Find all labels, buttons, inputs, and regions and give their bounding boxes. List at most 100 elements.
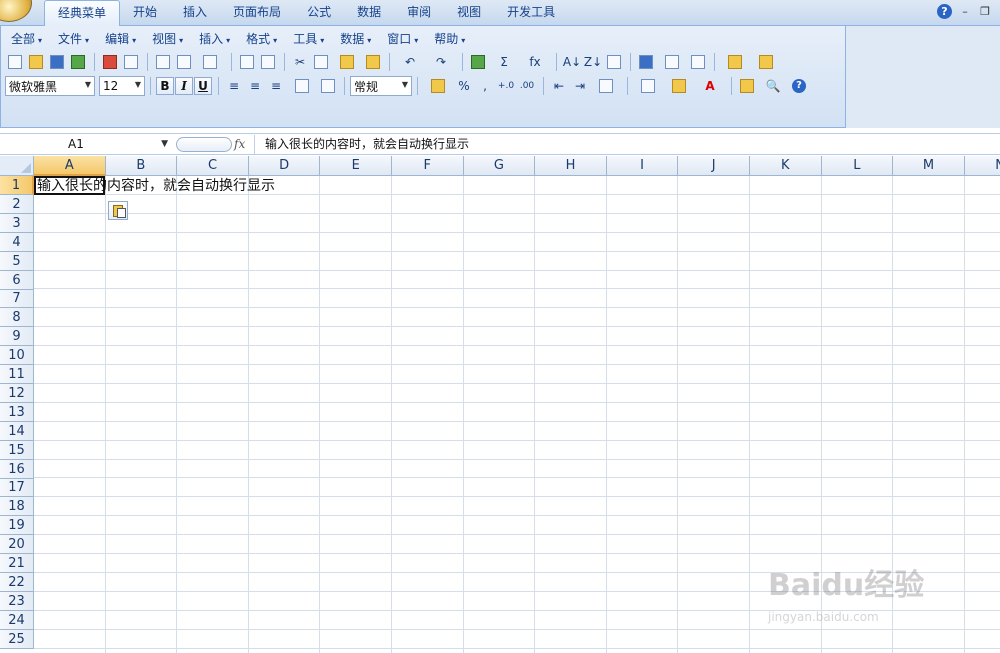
menu-item-0[interactable]: 全部 ▾	[3, 30, 50, 48]
row-header-14[interactable]: 14	[0, 421, 34, 441]
font-color-icon[interactable]: A	[695, 76, 725, 96]
menu-item-5[interactable]: 格式 ▾	[238, 30, 285, 48]
column-header-j[interactable]: J	[678, 156, 750, 176]
name-box[interactable]: A1 ▼	[0, 135, 172, 154]
help-icon[interactable]: ?	[937, 4, 952, 19]
column-header-k[interactable]: K	[750, 156, 822, 176]
row-header-10[interactable]: 10	[0, 346, 34, 366]
bold-button[interactable]: B	[156, 77, 174, 95]
permission-icon[interactable]	[68, 52, 88, 72]
column-header-b[interactable]: B	[105, 156, 178, 176]
row-header-4[interactable]: 4	[0, 232, 34, 252]
cell-style-icon[interactable]	[591, 76, 621, 96]
currency-icon[interactable]	[423, 76, 453, 96]
help-icon[interactable]: ?	[789, 76, 809, 96]
filter-icon[interactable]	[604, 52, 624, 72]
column-header-a[interactable]: A	[34, 156, 106, 176]
row-header-1[interactable]: 1	[0, 176, 34, 195]
font-name-select[interactable]: 微软雅黑 ▼	[5, 76, 95, 96]
row-header-2[interactable]: 2	[0, 194, 34, 214]
insert-function-icon[interactable]: fx	[234, 135, 245, 154]
office-button[interactable]	[0, 0, 32, 22]
redo-icon[interactable]: ↷	[426, 52, 456, 72]
tab-0[interactable]: 经典菜单	[44, 0, 121, 27]
column-header-m[interactable]: M	[893, 156, 965, 176]
row-header-17[interactable]: 17	[0, 478, 34, 498]
tab-5[interactable]: 数据	[344, 0, 394, 26]
menu-item-9[interactable]: 帮助 ▾	[426, 30, 473, 48]
sort-descending-icon[interactable]: Z↓	[583, 52, 603, 72]
shapes-icon[interactable]	[657, 52, 687, 72]
borders-icon[interactable]	[633, 76, 663, 96]
minimize-button[interactable]: –	[958, 5, 972, 19]
column-header-e[interactable]: E	[320, 156, 392, 176]
number-format-select[interactable]: 常规 ▼	[350, 76, 412, 96]
row-header-6[interactable]: 6	[0, 270, 34, 290]
row-header-21[interactable]: 21	[0, 554, 34, 573]
formula-expand-handle[interactable]	[176, 137, 232, 152]
copy-icon[interactable]	[311, 52, 331, 72]
select-all-corner[interactable]	[0, 156, 34, 176]
table-icon[interactable]	[688, 52, 708, 72]
align-right-icon[interactable]: ≡	[266, 76, 286, 96]
menu-item-3[interactable]: 视图 ▾	[144, 30, 191, 48]
column-header-n[interactable]: N	[964, 156, 1000, 176]
sort-ascending-icon[interactable]: A↓	[562, 52, 582, 72]
row-header-20[interactable]: 20	[0, 535, 34, 555]
row-header-15[interactable]: 15	[0, 440, 34, 460]
row-header-5[interactable]: 5	[0, 251, 34, 271]
print-icon[interactable]	[153, 52, 173, 72]
menu-item-4[interactable]: 插入 ▾	[191, 30, 238, 48]
increase-indent-icon[interactable]: ⇥	[570, 76, 590, 96]
row-header-11[interactable]: 11	[0, 365, 34, 384]
formula-input[interactable]: 输入很长的内容时，就会自动换行显示	[254, 135, 1000, 154]
new-file-icon[interactable]	[5, 52, 25, 72]
tab-6[interactable]: 审阅	[394, 0, 444, 26]
chevron-down-icon[interactable]: ▼	[161, 135, 168, 154]
increase-decimal-button[interactable]: +.0	[496, 76, 516, 96]
insert-function-icon[interactable]: fx	[520, 52, 550, 72]
column-header-i[interactable]: I	[606, 156, 679, 176]
row-header-13[interactable]: 13	[0, 402, 34, 422]
row-header-16[interactable]: 16	[0, 459, 34, 479]
italic-button[interactable]: I	[175, 77, 193, 95]
row-header-18[interactable]: 18	[0, 497, 34, 517]
save-icon[interactable]	[47, 52, 67, 72]
tab-1[interactable]: 开始	[120, 0, 170, 26]
column-header-d[interactable]: D	[248, 156, 321, 176]
font-size-select[interactable]: 12 ▼	[99, 76, 145, 96]
row-header-19[interactable]: 19	[0, 516, 34, 536]
percent-button[interactable]: %	[454, 76, 474, 96]
row-header-22[interactable]: 22	[0, 572, 34, 592]
menu-item-7[interactable]: 数据 ▾	[332, 30, 379, 48]
diamond-icon[interactable]	[751, 52, 781, 72]
underline-button[interactable]: U	[194, 77, 212, 95]
row-header-3[interactable]: 3	[0, 213, 34, 233]
column-header-f[interactable]: F	[392, 156, 464, 176]
cut-icon[interactable]: ✂	[290, 52, 310, 72]
align-center-icon[interactable]: ≡	[245, 76, 265, 96]
pdf-icon[interactable]	[100, 52, 120, 72]
styles-icon[interactable]	[737, 76, 757, 96]
menu-item-8[interactable]: 窗口 ▾	[379, 30, 426, 48]
column-header-c[interactable]: C	[177, 156, 249, 176]
tab-3[interactable]: 页面布局	[220, 0, 294, 26]
autosum-icon[interactable]: Σ	[489, 52, 519, 72]
merge-center-icon[interactable]	[287, 76, 317, 96]
page-setup-icon[interactable]	[195, 52, 225, 72]
tab-7[interactable]: 视图	[444, 0, 494, 26]
paste-options-icon[interactable]	[108, 201, 128, 220]
open-folder-icon[interactable]	[26, 52, 46, 72]
restore-button[interactable]: ❐	[978, 5, 992, 19]
row-header-7[interactable]: 7	[0, 289, 34, 309]
hyperlink-icon[interactable]	[468, 52, 488, 72]
decrease-decimal-button[interactable]: .00	[517, 76, 537, 96]
menu-item-2[interactable]: 编辑 ▾	[97, 30, 144, 48]
spelling-icon[interactable]	[237, 52, 257, 72]
format-painter-icon[interactable]	[363, 52, 383, 72]
row-header-12[interactable]: 12	[0, 383, 34, 403]
row-header-8[interactable]: 8	[0, 308, 34, 328]
chart-icon[interactable]	[636, 52, 656, 72]
menu-item-1[interactable]: 文件 ▾	[50, 30, 97, 48]
find-icon[interactable]: 🔍	[758, 76, 788, 96]
